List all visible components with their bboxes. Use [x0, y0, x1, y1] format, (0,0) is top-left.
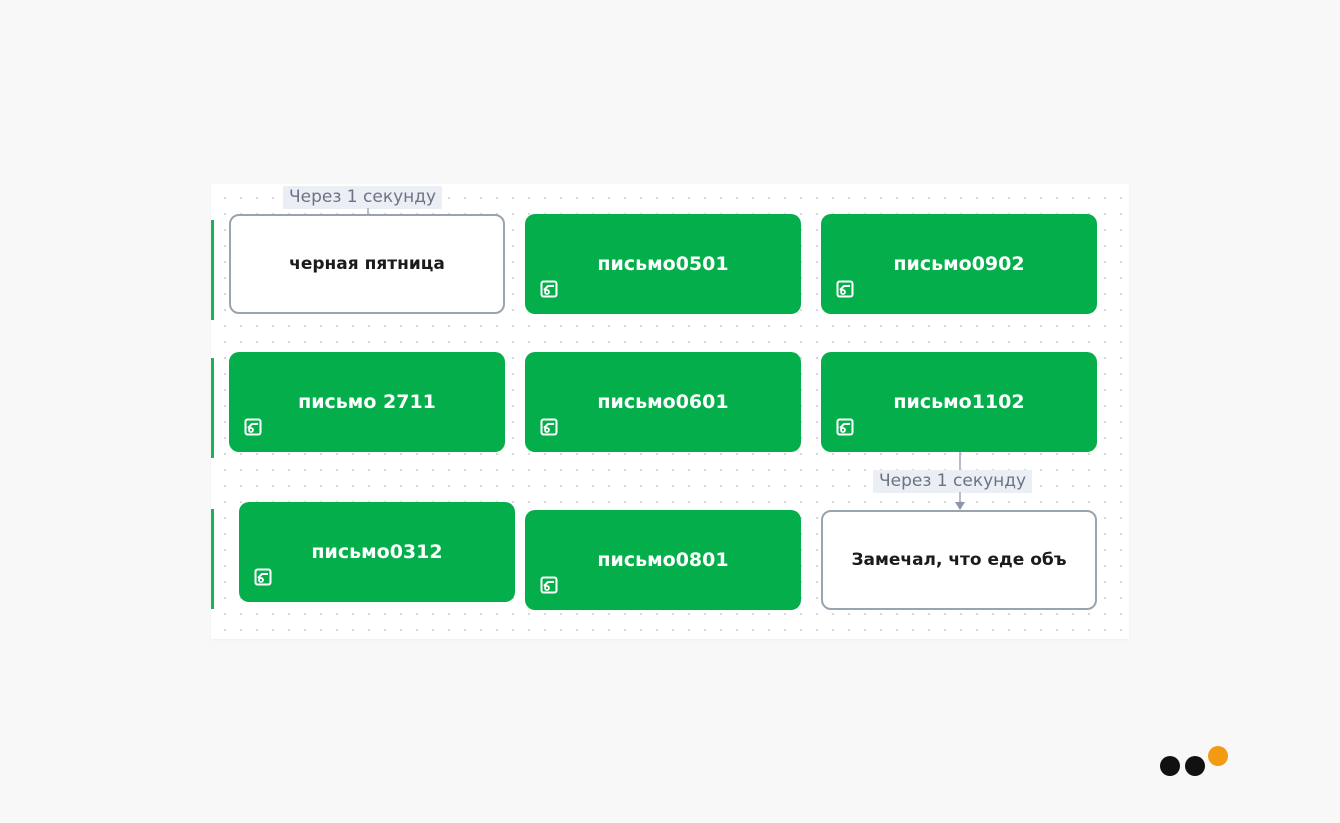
brand-logo — [1158, 744, 1232, 778]
connector-line — [959, 492, 961, 502]
arrow-head — [955, 502, 965, 510]
flow-node[interactable]: письмо0312 — [239, 502, 515, 602]
logo-dot-black — [1185, 756, 1205, 776]
flow-node[interactable]: Замечал, что еде объ — [821, 510, 1097, 610]
offscreen-node-edge — [211, 358, 214, 458]
node-label: письмо0601 — [597, 391, 729, 413]
logo-dot-orange — [1208, 746, 1228, 766]
email-template-icon — [254, 568, 272, 586]
flow-canvas[interactable]: Через 1 секунду черная пятница письмо050… — [211, 184, 1129, 639]
email-template-icon — [836, 280, 854, 298]
node-label: письмо0501 — [597, 253, 729, 275]
offscreen-node-edge — [211, 220, 214, 320]
delay-label[interactable]: Через 1 секунду — [873, 470, 1033, 493]
email-template-icon — [836, 418, 854, 436]
node-label: письмо0801 — [597, 549, 729, 571]
flow-node[interactable]: письмо0801 — [525, 510, 801, 610]
node-label: Замечал, что еде объ — [851, 550, 1067, 570]
flow-node[interactable]: письмо0601 — [525, 352, 801, 452]
node-label: черная пятница — [289, 254, 445, 274]
offscreen-node-edge — [211, 509, 214, 609]
connector-line — [959, 452, 961, 470]
email-template-icon — [540, 418, 558, 436]
logo-dot-black — [1160, 756, 1180, 776]
node-label: письмо 2711 — [298, 391, 436, 413]
flow-node[interactable]: письмо0501 — [525, 214, 801, 314]
delay-label[interactable]: Через 1 секунду — [283, 186, 443, 209]
flow-node[interactable]: письмо0902 — [821, 214, 1097, 314]
flow-node[interactable]: письмо1102 — [821, 352, 1097, 452]
email-template-icon — [244, 418, 262, 436]
flow-node[interactable]: черная пятница — [229, 214, 505, 314]
node-label: письмо0902 — [893, 253, 1025, 275]
flow-node[interactable]: письмо 2711 — [229, 352, 505, 452]
email-template-icon — [540, 576, 558, 594]
node-label: письмо1102 — [893, 391, 1025, 413]
email-template-icon — [540, 280, 558, 298]
node-label: письмо0312 — [311, 541, 443, 563]
